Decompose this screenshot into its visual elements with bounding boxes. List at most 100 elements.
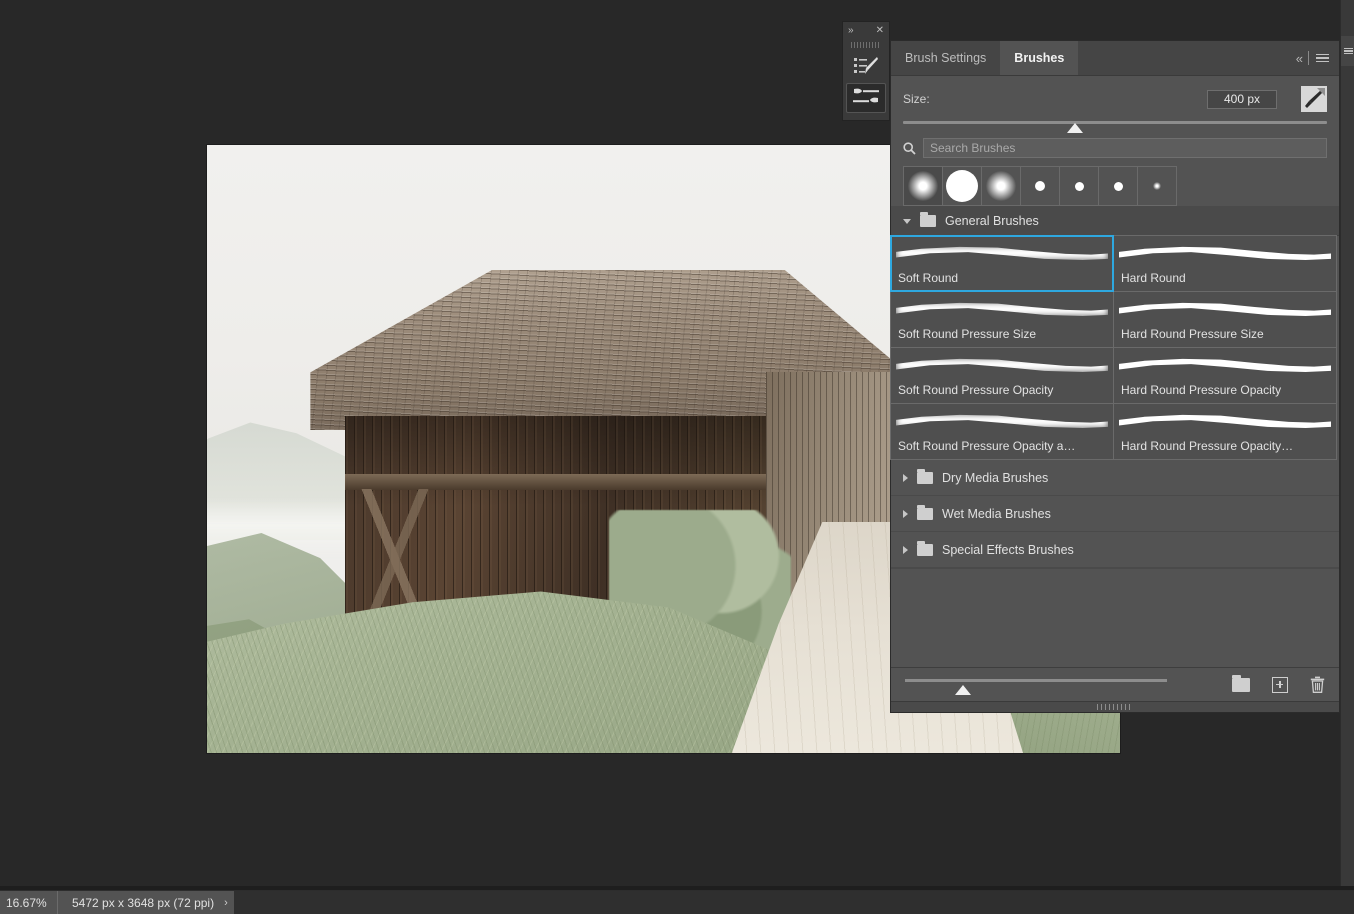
stroke-preview	[1119, 240, 1331, 266]
thumbnail-slider-track	[905, 679, 1167, 682]
tab-tools-divider	[1308, 51, 1309, 65]
panel-resize-grip[interactable]	[891, 701, 1339, 712]
folder-icon	[920, 215, 936, 227]
tab-brush-settings-label: Brush Settings	[905, 51, 986, 65]
panel-empty-area	[891, 568, 1339, 667]
stroke-preview	[1119, 408, 1331, 434]
hard-round-thumb	[946, 170, 978, 202]
brush-preset-label: Hard Round	[1121, 271, 1331, 285]
chevron-right-icon	[903, 546, 908, 554]
brush-preset-label: Soft Round Pressure Opacity a…	[898, 439, 1108, 453]
brush-group-wet-media-brushes[interactable]: Wet Media Brushes	[891, 496, 1339, 532]
resize-grip-marks	[1097, 704, 1133, 710]
brush-preset-label: Soft Round Pressure Size	[898, 327, 1108, 341]
brush-preset-soft-round-pressure-size[interactable]: Soft Round Pressure Size	[890, 291, 1114, 348]
thumbnail-size-slider[interactable]	[905, 674, 1167, 696]
hard-round-thumb-9	[1075, 182, 1084, 191]
search-input[interactable]	[923, 138, 1327, 158]
brush-group-label: Dry Media Brushes	[942, 471, 1048, 485]
folder-icon	[917, 544, 933, 556]
expand-panel-icon[interactable]: »	[848, 26, 854, 36]
stroke-preview	[896, 408, 1108, 434]
brush-tip-soft-round-5[interactable]	[1137, 166, 1177, 206]
brush-preset-hard-round-pressure-size[interactable]: Hard Round Pressure Size	[1113, 291, 1337, 348]
panel-footer-icons	[1232, 676, 1325, 693]
chevron-right-icon	[903, 474, 908, 482]
brush-group-label: Special Effects Brushes	[942, 543, 1074, 557]
brushes-panel[interactable]: Brush Settings Brushes « Size: 400 px	[890, 40, 1340, 713]
tab-brushes-label: Brushes	[1014, 51, 1064, 65]
brush-settings-icon	[851, 87, 881, 109]
thumbnail-slider-thumb[interactable]	[955, 685, 971, 695]
brush-size-value: 400 px	[1224, 92, 1260, 106]
new-brush-icon[interactable]	[1272, 677, 1288, 693]
trash-icon[interactable]	[1310, 676, 1325, 693]
floating-toolbar-header[interactable]: » ✕	[843, 22, 889, 40]
document-size-label: 5472 px x 3648 px (72 ppi)	[72, 896, 214, 910]
brush-preset-grid[interactable]: Soft Round Hard Round Soft Round Pressur…	[891, 236, 1339, 460]
brush-preset-hard-round-pressure-opacity-and[interactable]: Hard Round Pressure Opacity…	[1113, 403, 1337, 460]
brush-tip-strip[interactable]	[891, 166, 1339, 206]
brush-presets-toggle[interactable]	[846, 51, 886, 81]
search-icon	[903, 142, 916, 155]
brush-tip-button[interactable]	[1301, 86, 1327, 112]
panel-menu-icon[interactable]	[1316, 54, 1329, 63]
brush-tip-soft-round-28[interactable]	[981, 166, 1021, 206]
zoom-level-value: 16.67%	[6, 896, 47, 910]
chevron-down-icon	[903, 219, 911, 224]
brush-size-label: Size:	[903, 92, 930, 106]
tab-bar-spacer	[1078, 41, 1285, 75]
rail-menu-button[interactable]	[1341, 36, 1354, 66]
zoom-level-field[interactable]: 16.67%	[0, 891, 58, 914]
right-dock-rail[interactable]	[1340, 0, 1354, 890]
brush-settings-toggle[interactable]	[846, 83, 886, 113]
brush-preset-label: Hard Round Pressure Size	[1121, 327, 1331, 341]
new-group-folder-icon[interactable]	[1232, 678, 1250, 692]
brush-group-dry-media-brushes[interactable]: Dry Media Brushes	[891, 460, 1339, 496]
brush-tip-icon	[1303, 88, 1325, 110]
hard-round-thumb-9b	[1114, 182, 1123, 191]
brush-size-row: Size: 400 px	[891, 76, 1339, 112]
drag-grip[interactable]	[851, 41, 881, 49]
brush-preset-label: Soft Round Pressure Opacity	[898, 383, 1108, 397]
brush-search-row	[891, 134, 1339, 166]
panel-footer	[891, 667, 1339, 701]
hard-round-thumb-10	[1035, 181, 1045, 191]
soft-round-thumb-2	[986, 171, 1016, 201]
soft-round-thumb-5	[1153, 182, 1161, 190]
tab-brush-settings[interactable]: Brush Settings	[891, 41, 1000, 75]
brush-tip-hard-round-9b[interactable]	[1098, 166, 1138, 206]
brush-tip-soft-round-30[interactable]	[903, 166, 943, 206]
brush-presets-icon	[853, 56, 879, 76]
brush-size-slider[interactable]	[891, 112, 1339, 134]
brush-preset-soft-round-pressure-opacity[interactable]: Soft Round Pressure Opacity	[890, 347, 1114, 404]
brush-tip-hard-round-9[interactable]	[1059, 166, 1099, 206]
tab-brushes[interactable]: Brushes	[1000, 41, 1078, 75]
folder-icon	[917, 508, 933, 520]
panel-tab-bar[interactable]: Brush Settings Brushes «	[891, 41, 1339, 76]
stroke-preview	[896, 296, 1108, 322]
brush-group-general-brushes[interactable]: General Brushes	[891, 206, 1339, 236]
brush-tip-hard-round-10[interactable]	[1020, 166, 1060, 206]
rail-menu-icon	[1344, 46, 1353, 55]
brush-tip-hard-round-32[interactable]	[942, 166, 982, 206]
floating-brush-toolbar[interactable]: » ✕	[842, 21, 890, 121]
chevron-right-icon	[903, 510, 908, 518]
brush-preset-label: Hard Round Pressure Opacity…	[1121, 439, 1331, 453]
document-info[interactable]: 5472 px x 3648 px (72 ppi) ›	[58, 891, 234, 914]
brush-size-slider-thumb[interactable]	[1067, 123, 1083, 133]
brush-preset-soft-round-pressure-opacity-and[interactable]: Soft Round Pressure Opacity a…	[890, 403, 1114, 460]
brush-size-slider-track	[903, 121, 1327, 124]
close-icon[interactable]: ✕	[876, 26, 884, 36]
brush-size-input[interactable]: 400 px	[1207, 90, 1277, 109]
brush-group-special-effects-brushes[interactable]: Special Effects Brushes	[891, 532, 1339, 568]
brush-group-label: General Brushes	[945, 214, 1039, 228]
photoshop-window: » ✕	[0, 0, 1354, 914]
collapse-panel-icon[interactable]: «	[1296, 51, 1301, 66]
brush-preset-hard-round-pressure-opacity[interactable]: Hard Round Pressure Opacity	[1113, 347, 1337, 404]
panel-tab-tools: «	[1286, 41, 1339, 75]
brush-preset-soft-round[interactable]: Soft Round	[890, 235, 1114, 292]
soft-round-thumb	[908, 171, 938, 201]
status-expander-icon[interactable]: ›	[224, 897, 228, 909]
brush-preset-hard-round[interactable]: Hard Round	[1113, 235, 1337, 292]
